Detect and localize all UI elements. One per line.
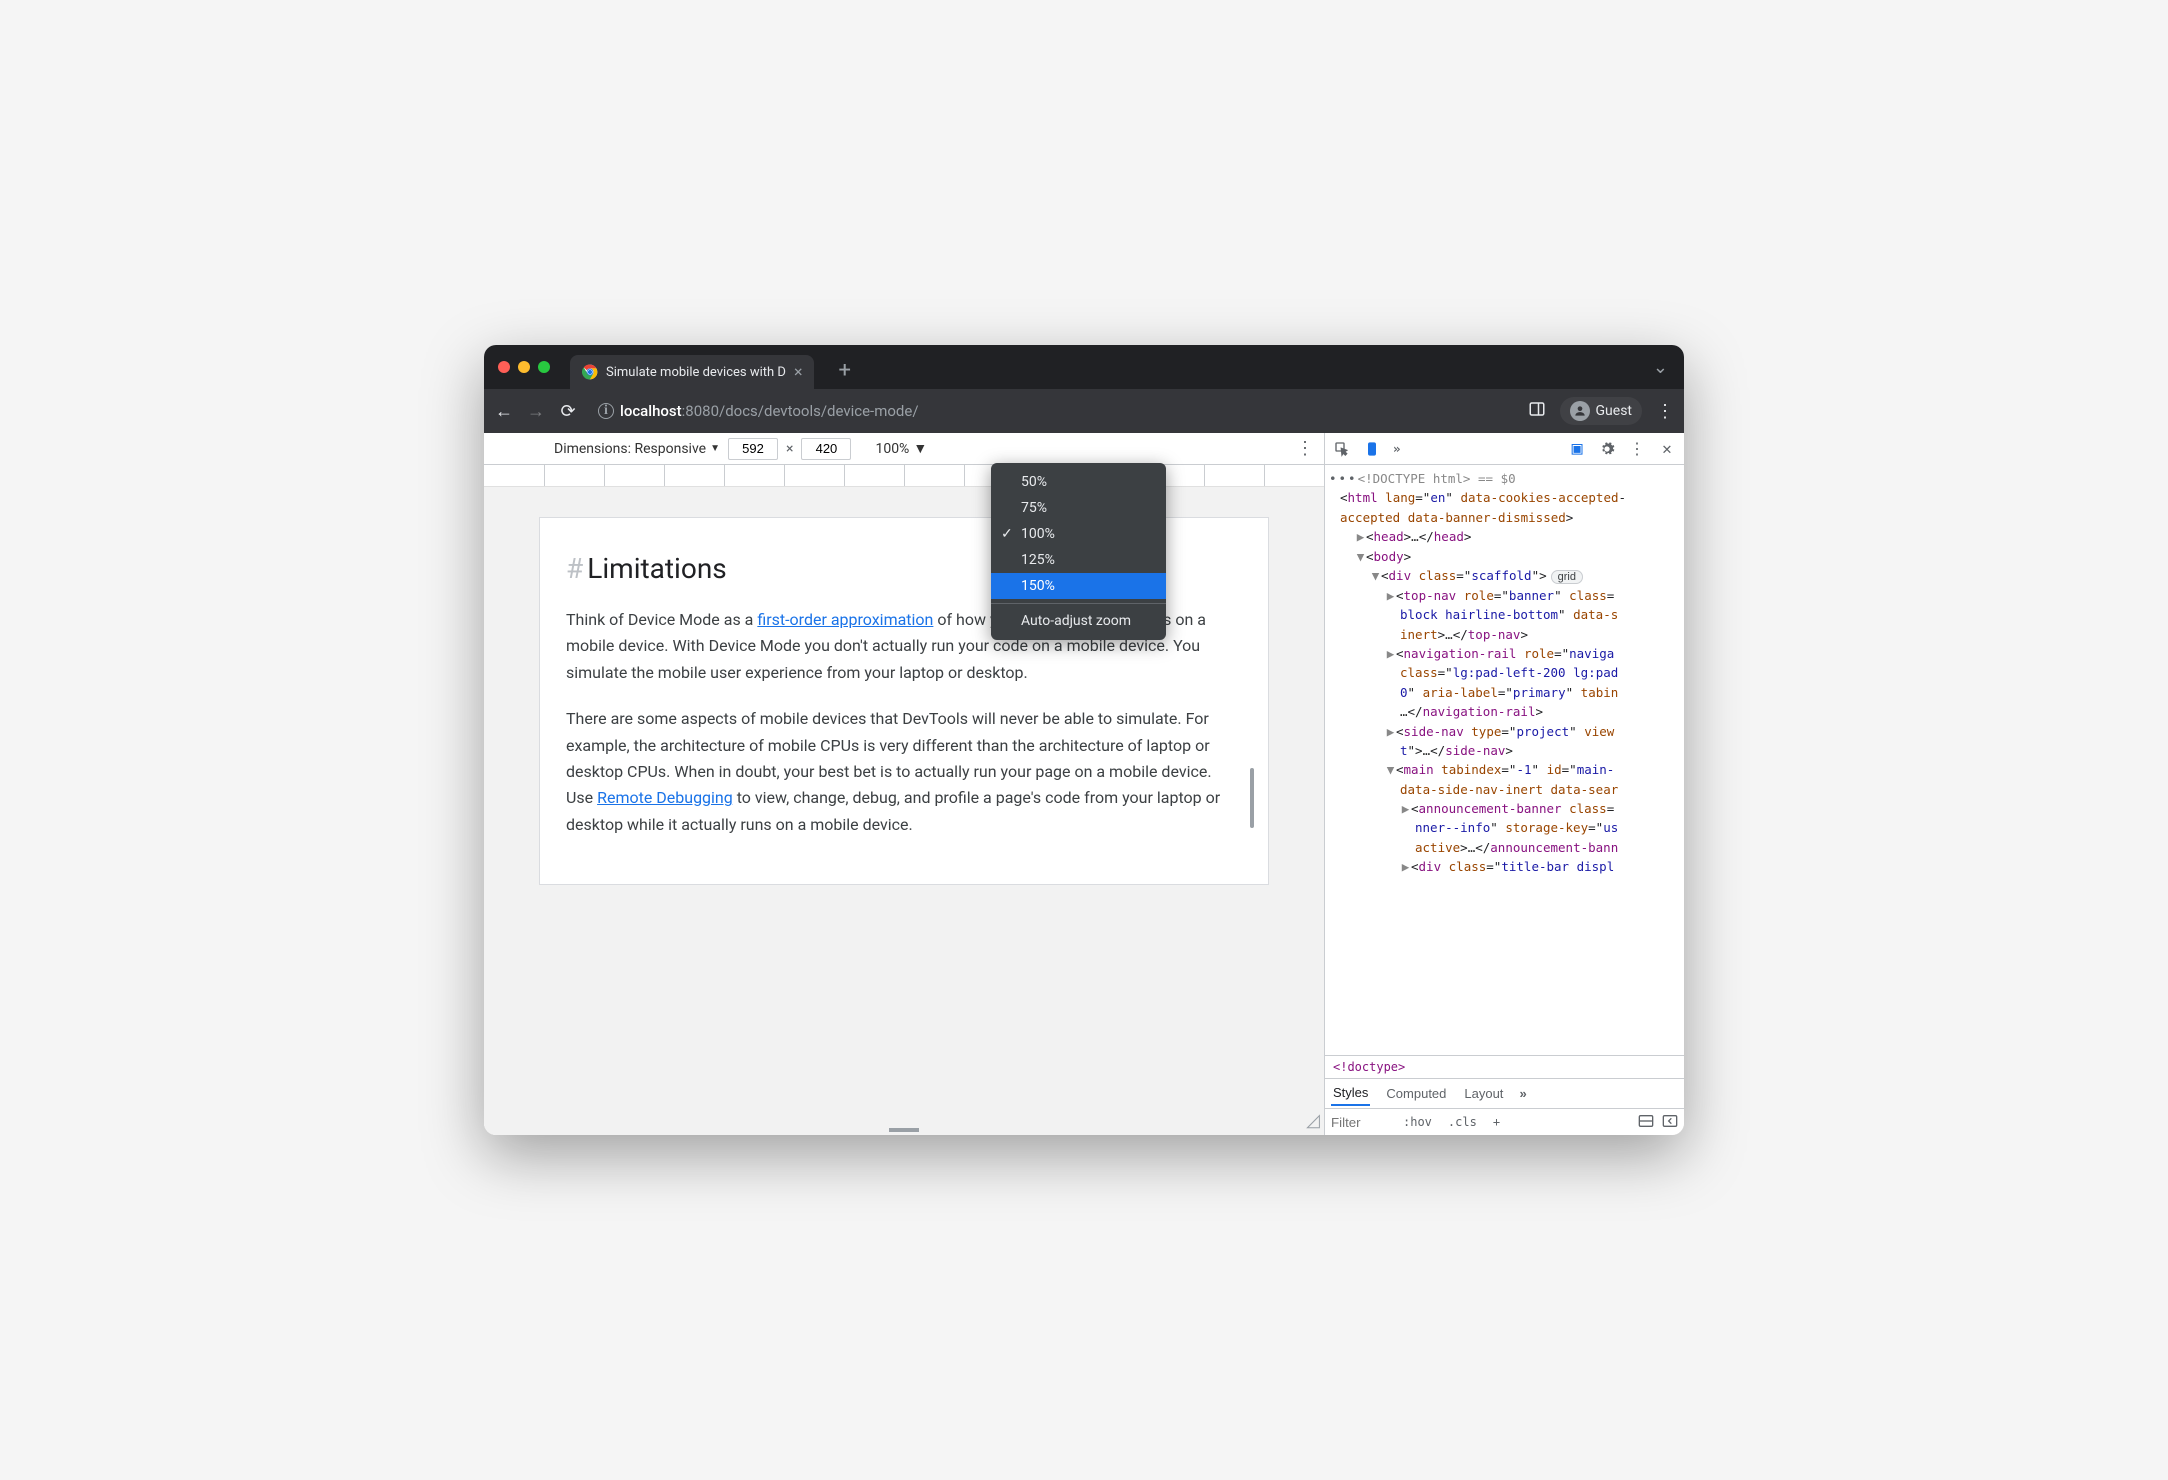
first-order-approximation-link[interactable]: first-order approximation — [757, 610, 933, 629]
elements-dom-tree[interactable]: •••<!DOCTYPE html> == $0 <html lang="en"… — [1325, 465, 1684, 1055]
messages-icon[interactable]: ▣ — [1568, 440, 1586, 458]
width-input[interactable] — [728, 438, 778, 460]
hov-toggle[interactable]: :hov — [1399, 1113, 1436, 1131]
cls-toggle[interactable]: .cls — [1444, 1113, 1481, 1131]
ellipsis-icon: ••• — [1329, 471, 1358, 486]
inspect-element-icon[interactable] — [1333, 440, 1351, 458]
new-tab-button[interactable]: + — [838, 358, 850, 383]
side-panel-icon[interactable] — [1528, 400, 1546, 422]
browser-window: Simulate mobile devices with D × + ⌄ ← →… — [484, 345, 1684, 1135]
resize-grip-icon[interactable]: ◿ — [1306, 1110, 1320, 1131]
url-host: localhost — [620, 402, 682, 420]
browser-tab[interactable]: Simulate mobile devices with D × — [570, 355, 814, 389]
site-info-icon[interactable]: i — [598, 403, 614, 419]
tab-computed[interactable]: Computed — [1384, 1082, 1448, 1105]
avatar-icon — [1570, 401, 1590, 421]
browser-toolbar: ← → ⟳ i localhost:8080/docs/devtools/dev… — [484, 389, 1684, 433]
elements-breadcrumb[interactable]: <!doctype> — [1325, 1055, 1684, 1078]
devtools-toolbar: » ▣ ⋮ ✕ — [1325, 433, 1684, 465]
url-port: :8080 — [682, 402, 719, 420]
scrollbar[interactable] — [1250, 768, 1254, 828]
dimensions-label: Dimensions: Responsive — [554, 441, 706, 457]
zoom-menu: 50% 75% ✓100% 125% 150% Auto-adjust zoom — [991, 463, 1166, 640]
computed-styles-sidebar-icon[interactable] — [1638, 1114, 1654, 1131]
styles-filter-bar: :hov .cls + — [1325, 1108, 1684, 1135]
dropdown-triangle-icon: ▼ — [913, 440, 927, 457]
device-mode-viewport: Dimensions: Responsive ▼ × 100% ▼ ⋮ 50% … — [484, 433, 1325, 1135]
dimension-separator: × — [786, 441, 793, 457]
dimensions-dropdown[interactable]: Dimensions: Responsive ▼ — [554, 441, 720, 457]
new-style-rule-button[interactable]: + — [1489, 1113, 1504, 1131]
tab-title: Simulate mobile devices with D — [606, 365, 786, 380]
height-input[interactable] — [801, 438, 851, 460]
window-controls — [498, 361, 550, 373]
heading-anchor-icon[interactable]: # — [566, 552, 583, 585]
dropdown-triangle-icon: ▼ — [710, 443, 720, 454]
device-toolbar-menu-button[interactable]: ⋮ — [1296, 438, 1314, 459]
styles-tabs: Styles Computed Layout » — [1325, 1078, 1684, 1108]
zoom-option-125[interactable]: 125% — [991, 547, 1166, 573]
devtools-close-button[interactable]: ✕ — [1658, 440, 1676, 458]
settings-icon[interactable] — [1598, 440, 1616, 458]
zoom-option-75[interactable]: 75% — [991, 495, 1166, 521]
styles-filter-input[interactable] — [1331, 1115, 1391, 1130]
device-toggle-icon[interactable] — [1363, 440, 1381, 458]
zoom-option-50[interactable]: 50% — [991, 469, 1166, 495]
minimize-window-button[interactable] — [518, 361, 530, 373]
profile-button[interactable]: Guest — [1560, 397, 1642, 425]
device-toolbar: Dimensions: Responsive ▼ × 100% ▼ ⋮ 50% … — [484, 433, 1324, 465]
width-ruler[interactable] — [484, 465, 1324, 487]
zoom-option-100[interactable]: ✓100% — [991, 521, 1166, 547]
browser-menu-button[interactable]: ⋮ — [1656, 401, 1674, 422]
drag-handle-icon[interactable] — [889, 1128, 919, 1132]
zoom-dropdown-button[interactable]: 100% ▼ — [875, 440, 927, 457]
tab-layout[interactable]: Layout — [1462, 1082, 1505, 1105]
remote-debugging-link[interactable]: Remote Debugging — [597, 788, 733, 807]
zoom-option-150[interactable]: 150% — [991, 573, 1166, 599]
check-icon: ✓ — [1001, 526, 1013, 542]
chrome-favicon-icon — [582, 364, 598, 380]
address-bar[interactable]: i localhost:8080/docs/devtools/device-mo… — [590, 396, 927, 426]
styles-tabs-overflow-button[interactable]: » — [1519, 1086, 1526, 1101]
toggle-sidebar-icon[interactable] — [1662, 1114, 1678, 1131]
url-path: /docs/devtools/device-mode/ — [719, 402, 919, 420]
menu-separator — [991, 603, 1166, 604]
paragraph-2: There are some aspects of mobile devices… — [566, 706, 1242, 838]
forward-button[interactable]: → — [526, 401, 546, 422]
devtools-panel: » ▣ ⋮ ✕ •••<!DOCTYPE html> == $0 <html l… — [1325, 433, 1684, 1135]
back-button[interactable]: ← — [494, 401, 514, 422]
main-area: Dimensions: Responsive ▼ × 100% ▼ ⋮ 50% … — [484, 433, 1684, 1135]
grid-badge[interactable]: grid — [1551, 570, 1583, 584]
maximize-window-button[interactable] — [538, 361, 550, 373]
viewport-canvas: #Limitations Think of Device Mode as a f… — [484, 487, 1324, 1135]
zoom-auto-adjust[interactable]: Auto-adjust zoom — [991, 608, 1166, 634]
profile-label: Guest — [1596, 403, 1632, 419]
panel-tabs-overflow-button[interactable]: » — [1393, 441, 1401, 456]
devtools-menu-button[interactable]: ⋮ — [1628, 440, 1646, 458]
tab-styles[interactable]: Styles — [1331, 1081, 1370, 1106]
zoom-label: 100% — [875, 441, 909, 457]
close-window-button[interactable] — [498, 361, 510, 373]
tabs-dropdown-button[interactable]: ⌄ — [1653, 357, 1668, 378]
titlebar: Simulate mobile devices with D × + ⌄ — [484, 345, 1684, 389]
tab-close-button[interactable]: × — [794, 364, 803, 380]
reload-button[interactable]: ⟳ — [558, 401, 578, 422]
